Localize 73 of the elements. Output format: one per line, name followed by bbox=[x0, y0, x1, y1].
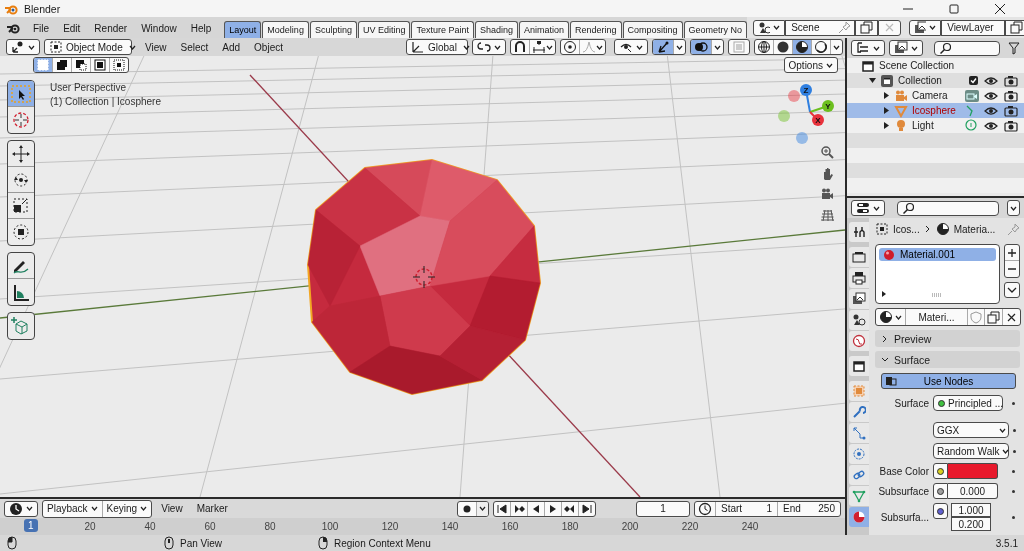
scene-name-field[interactable]: Scene bbox=[785, 19, 856, 36]
menu-item[interactable]: Window bbox=[134, 23, 184, 38]
frame-number: 100 bbox=[321, 521, 339, 532]
property-label: Base Color bbox=[878, 465, 929, 477]
menu-item[interactable]: View bbox=[156, 503, 188, 514]
menu-item[interactable]: Add bbox=[217, 41, 246, 53]
breadcrumb-item: Materia... bbox=[953, 223, 996, 235]
outliner-item[interactable]: Icosphere bbox=[912, 105, 960, 116]
frame-number: 80 bbox=[264, 521, 276, 532]
menu-item[interactable]: Help bbox=[183, 23, 219, 38]
frame-number: 60 bbox=[204, 521, 216, 532]
workspace-tab[interactable]: UV Editing bbox=[357, 21, 411, 38]
current-frame-marker[interactable]: 1 bbox=[24, 519, 38, 532]
window-title: Blender bbox=[24, 2, 61, 15]
material-name-field[interactable]: Materi... bbox=[906, 309, 968, 325]
workspace-tab[interactable]: Rendering bbox=[570, 21, 622, 38]
workspace-tab[interactable]: Compositing bbox=[622, 21, 683, 38]
property-label: Subsurfa... bbox=[879, 511, 929, 523]
options-dropdown[interactable]: Options bbox=[783, 57, 838, 73]
frame-number: 20 bbox=[84, 521, 96, 532]
material-slot[interactable]: Material.001 bbox=[879, 248, 996, 261]
frame-number: 200 bbox=[621, 521, 639, 532]
viewport-info-text: User Perspective bbox=[50, 81, 128, 95]
panel-header[interactable]: Surface bbox=[875, 351, 1020, 368]
view-layer-name-field[interactable]: ViewLayer bbox=[941, 19, 1006, 36]
frame-number: 240 bbox=[741, 521, 759, 532]
start-frame-field[interactable]: Start 1 bbox=[716, 501, 778, 516]
frame-number: 180 bbox=[561, 521, 579, 532]
status-hint: Region Context Menu bbox=[334, 537, 431, 549]
status-hint: Pan View bbox=[180, 537, 223, 549]
workspace-tab[interactable]: Layout bbox=[224, 21, 262, 38]
axis-label: Y bbox=[825, 102, 831, 111]
menu-item[interactable]: Render bbox=[87, 23, 135, 38]
axis-label: Z bbox=[803, 86, 809, 95]
use-nodes-button[interactable]: Use Nodes bbox=[881, 373, 1016, 389]
outliner-item[interactable]: Camera bbox=[912, 90, 960, 101]
orientation-dropdown[interactable]: Global bbox=[406, 39, 468, 55]
frame-number: 160 bbox=[501, 521, 519, 532]
property-dropdown[interactable]: GGX bbox=[933, 422, 1009, 438]
frame-number: 140 bbox=[441, 521, 459, 532]
workspace-tab[interactable]: Modeling bbox=[262, 21, 309, 38]
workspace-tab[interactable]: Texture Paint bbox=[411, 21, 474, 38]
outliner-item[interactable]: Light bbox=[912, 120, 960, 131]
breadcrumb-item: Icos... bbox=[893, 223, 920, 235]
property-label: Surface bbox=[893, 397, 929, 409]
current-frame-field[interactable]: 1 bbox=[636, 500, 690, 517]
viewport-info-text: (1) Collection | Icosphere bbox=[50, 95, 161, 109]
shader-link-button[interactable]: Principled ... bbox=[933, 395, 1003, 411]
axis-label: X bbox=[815, 116, 821, 125]
workspace-tab[interactable]: Shading bbox=[475, 21, 518, 38]
number-field[interactable]: 1.000 bbox=[951, 503, 991, 517]
panel-header[interactable]: Preview bbox=[875, 330, 1020, 347]
outliner-item[interactable]: Collection bbox=[898, 75, 942, 86]
menu-item[interactable]: Object bbox=[249, 41, 288, 53]
frame-number: 120 bbox=[381, 521, 399, 532]
number-field[interactable]: 0.200 bbox=[951, 517, 991, 531]
menu-dropdown[interactable]: Playback bbox=[43, 500, 103, 517]
menu-item[interactable]: Marker bbox=[191, 503, 233, 514]
property-dropdown[interactable]: Random Walk bbox=[933, 443, 1009, 459]
workspace-tab[interactable]: Sculpting bbox=[309, 21, 357, 38]
workspace-tab[interactable]: Animation bbox=[519, 21, 570, 38]
number-field[interactable]: 0.000 bbox=[948, 483, 998, 499]
workspace-tab[interactable]: Geometry No bbox=[683, 21, 748, 38]
frame-number: 220 bbox=[681, 521, 699, 532]
property-label: Subsurface bbox=[877, 485, 929, 497]
end-frame-field[interactable]: End 250 bbox=[778, 501, 840, 516]
menu-item[interactable]: View bbox=[140, 41, 172, 53]
frame-number: 40 bbox=[144, 521, 156, 532]
version-text: 3.5.1 bbox=[995, 537, 1018, 549]
menu-item[interactable]: Edit bbox=[56, 23, 88, 38]
menu-dropdown[interactable]: Keying bbox=[102, 500, 152, 517]
menu-item[interactable]: File bbox=[26, 23, 57, 38]
menu-item[interactable]: Select bbox=[175, 41, 214, 53]
